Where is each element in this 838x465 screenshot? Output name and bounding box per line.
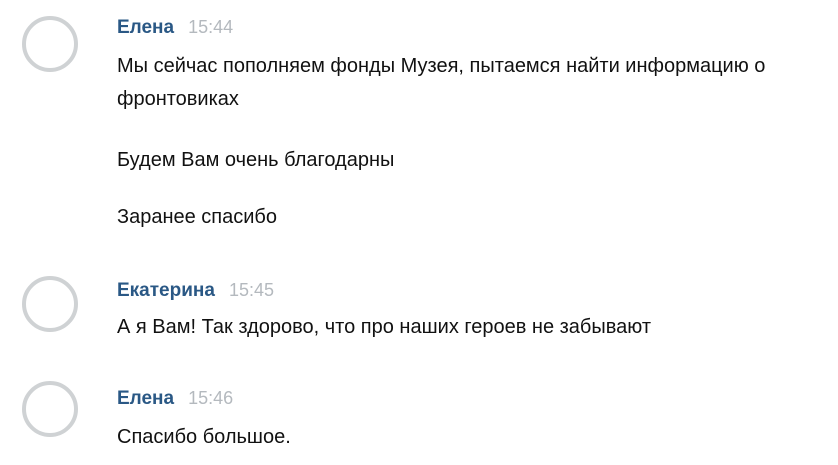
message-meta: Екатерина 15:45 [117,280,274,302]
avatar[interactable] [22,276,78,332]
avatar[interactable] [22,16,78,72]
message-meta: Елена 15:46 [117,388,233,410]
author-name[interactable]: Елена [117,17,174,38]
message-time[interactable]: 15:44 [188,17,233,37]
message-text: Заранее спасибо [117,206,277,228]
message-text: А я Вам! Так здорово, что про наших геро… [117,316,651,338]
message-time[interactable]: 15:46 [188,388,233,408]
author-name[interactable]: Екатерина [117,280,215,301]
message-time[interactable]: 15:45 [229,280,274,300]
message-meta: Елена 15:44 [117,17,233,39]
message-text: Будем Вам очень благодарны [117,149,395,171]
message-text: Мы сейчас пополняем фонды Музея, пытаемс… [117,55,766,110]
author-name[interactable]: Елена [117,388,174,409]
chat-history: Елена 15:44 Мы сейчас пополняем фонды Муз… [0,0,838,465]
avatar[interactable] [22,381,78,437]
message-text: Спасибо большое. [117,426,291,448]
